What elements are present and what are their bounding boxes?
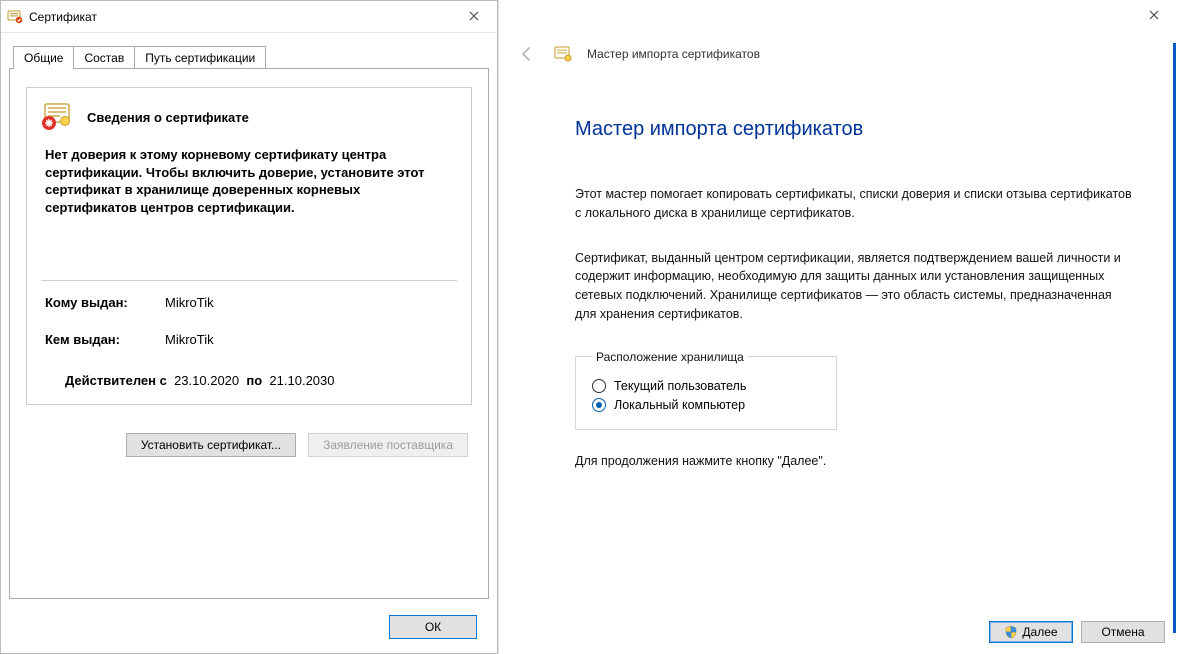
issued-by-value: MikroTik <box>165 332 214 347</box>
tab-general[interactable]: Общие <box>13 46 74 69</box>
wizard-cancel-button[interactable]: Отмена <box>1081 621 1165 643</box>
tab-details[interactable]: Состав <box>73 46 135 69</box>
issuer-statement-button: Заявление поставщика <box>308 433 468 457</box>
certificate-trust-message: Нет доверия к этому корневому сертификат… <box>41 146 457 216</box>
wizard-main: Мастер импорта сертификатов Этот мастер … <box>499 66 1177 468</box>
issued-to-label: Кому выдан: <box>45 295 165 310</box>
close-icon <box>469 11 479 21</box>
import-wizard-dialog: Мастер импорта сертификатов Мастер импор… <box>498 0 1177 654</box>
issued-to-row: Кому выдан: MikroTik <box>41 295 457 310</box>
tab-cert-path[interactable]: Путь сертификации <box>134 46 266 69</box>
certificate-info-header: Сведения о сертификате <box>41 102 457 132</box>
separator <box>41 280 457 281</box>
certificate-tabs: Общие Состав Путь сертификации <box>13 45 489 68</box>
wizard-heading: Мастер импорта сертификатов <box>575 118 1137 141</box>
validity-row: Действителен с 23.10.2020 по 21.10.2030 <box>41 373 457 388</box>
store-location-legend: Расположение хранилища <box>592 350 748 364</box>
wizard-certificate-icon <box>553 44 573 64</box>
close-icon <box>1149 10 1159 20</box>
radio-local-machine[interactable]: Локальный компьютер <box>592 398 820 412</box>
wizard-header-title: Мастер импорта сертификатов <box>587 47 760 61</box>
issued-to-value: MikroTik <box>165 295 214 310</box>
wizard-next-label: Далее <box>1022 625 1057 639</box>
certificate-large-icon <box>41 102 75 132</box>
certificate-ok-button[interactable]: ОК <box>389 615 477 639</box>
tab-panel-general: Сведения о сертификате Нет доверия к это… <box>9 68 489 599</box>
shield-icon <box>1004 625 1018 639</box>
certificate-dialog: Сертификат Общие Состав Путь сертификаци… <box>0 0 498 654</box>
certificate-footer: ОК <box>9 609 489 653</box>
valid-to-label: по <box>246 373 262 388</box>
valid-from-label: Действителен с <box>65 373 167 388</box>
certificate-info-frame: Сведения о сертификате Нет доверия к это… <box>26 87 472 405</box>
certificate-titlebar: Сертификат <box>1 1 497 33</box>
wizard-footer: Далее Отмена <box>989 621 1165 643</box>
wizard-continue-hint: Для продолжения нажмите кнопку "Далее". <box>575 454 1137 468</box>
radio-current-user-label: Текущий пользователь <box>614 379 746 393</box>
back-arrow-icon[interactable] <box>515 42 539 66</box>
certificate-title-icon <box>7 9 23 25</box>
install-certificate-button[interactable]: Установить сертификат... <box>126 433 296 457</box>
certificate-title: Сертификат <box>29 10 97 24</box>
wizard-paragraph-2: Сертификат, выданный центром сертификаци… <box>575 249 1135 324</box>
radio-local-machine-label: Локальный компьютер <box>614 398 745 412</box>
store-location-group: Расположение хранилища Текущий пользоват… <box>575 350 837 430</box>
issued-by-label: Кем выдан: <box>45 332 165 347</box>
certificate-action-buttons: Установить сертификат... Заявление поста… <box>26 433 472 457</box>
wizard-next-button[interactable]: Далее <box>989 621 1073 643</box>
radio-current-user[interactable]: Текущий пользователь <box>592 379 820 393</box>
issued-by-row: Кем выдан: MikroTik <box>41 332 457 347</box>
wizard-paragraph-1: Этот мастер помогает копировать сертифик… <box>575 185 1135 223</box>
radio-icon <box>592 379 606 393</box>
valid-to-value: 21.10.2030 <box>269 373 334 388</box>
valid-from-value: 23.10.2020 <box>174 373 239 388</box>
wizard-close-button[interactable] <box>1131 0 1177 30</box>
certificate-body: Общие Состав Путь сертификации <box>1 33 497 653</box>
certificate-info-title: Сведения о сертификате <box>87 110 249 125</box>
wizard-header: Мастер импорта сертификатов <box>499 0 1177 66</box>
radio-icon <box>592 398 606 412</box>
certificate-close-button[interactable] <box>451 1 497 31</box>
background-edge-strip <box>1173 43 1176 633</box>
